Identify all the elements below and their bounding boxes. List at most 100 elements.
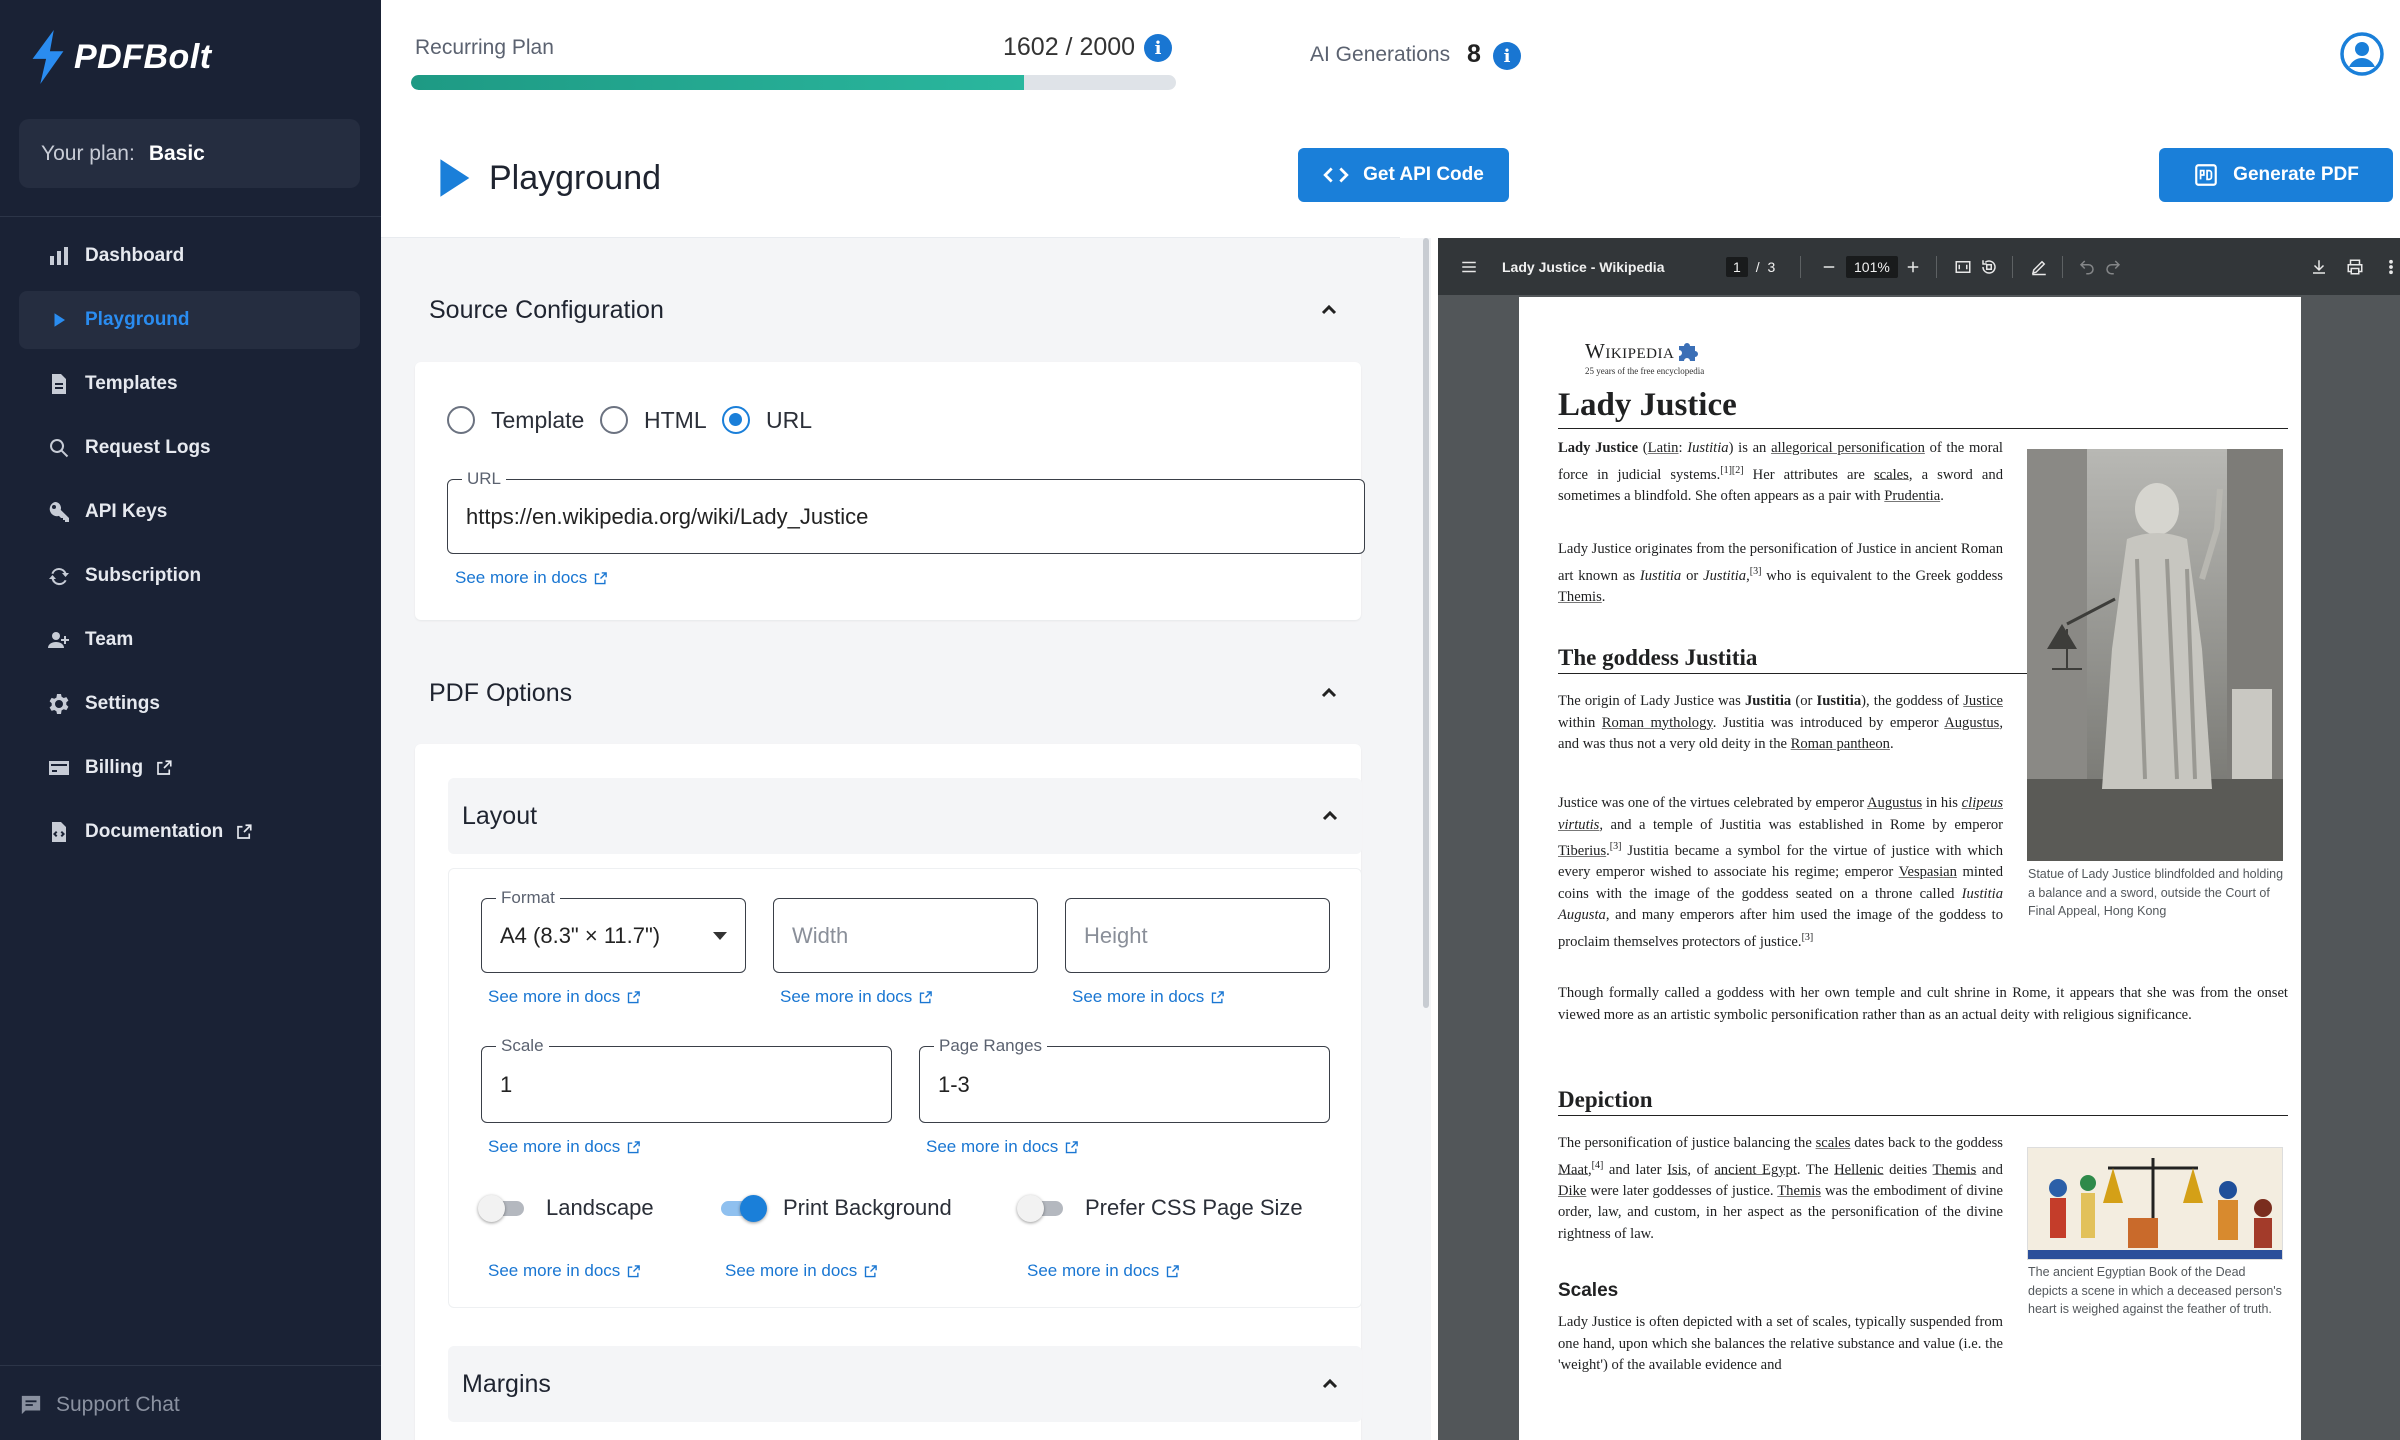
chevron-up-icon[interactable]	[1317, 681, 1341, 705]
docs-link[interactable]: See more in docs	[1072, 987, 1225, 1007]
margins-title: Margins	[462, 1370, 551, 1398]
search-icon	[47, 436, 71, 460]
docs-link[interactable]: See more in docs	[926, 1137, 1079, 1157]
sidebar-item-team[interactable]: Team	[19, 611, 360, 669]
margins-header[interactable]: Margins	[448, 1346, 1362, 1422]
url-field-value[interactable]: https://en.wikipedia.org/wiki/Lady_Justi…	[466, 504, 868, 530]
print-background-toggle[interactable]: Print Background	[715, 1191, 952, 1225]
docs-link[interactable]: See more in docs	[1027, 1261, 1180, 1281]
article-paragraph: The personification of justice balancing…	[1558, 1135, 2003, 1242]
sidebar-item-settings[interactable]: Settings	[19, 675, 360, 733]
bar-chart-icon	[47, 244, 71, 268]
external-link-icon	[628, 1264, 641, 1277]
dropdown-caret-icon	[713, 931, 727, 940]
radio-label: Template	[491, 406, 585, 433]
sidebar-item-subscription[interactable]: Subscription	[19, 547, 360, 605]
page-indicator[interactable]: 1 / 3	[1726, 238, 1775, 295]
sidebar-item-api-keys[interactable]: API Keys	[19, 483, 360, 541]
docs-link[interactable]: See more in docs	[488, 987, 641, 1007]
generate-pdf-label: Generate PDF	[2233, 164, 2359, 185]
page-ranges-value: 1-3	[938, 1071, 970, 1097]
external-link-icon	[920, 990, 933, 1003]
prefer-css-label: Prefer CSS Page Size	[1085, 1195, 1303, 1220]
docs-link[interactable]: See more in docs	[488, 1261, 641, 1281]
toggle-switch-on[interactable]	[715, 1191, 767, 1225]
width-input[interactable]: Width	[773, 898, 1038, 973]
sidebar-item-templates[interactable]: Templates	[19, 355, 360, 413]
sidebar-divider	[0, 216, 381, 217]
radio-template[interactable]: Template	[447, 406, 584, 434]
pdf-document-title: Lady Justice - Wikipedia	[1502, 258, 1665, 275]
undo-icon[interactable]	[2078, 238, 2096, 295]
download-icon[interactable]	[2310, 238, 2328, 295]
scale-input[interactable]: Scale 1	[481, 1036, 892, 1123]
chevron-up-icon[interactable]	[1318, 1372, 1342, 1396]
radio-button-selected[interactable]	[722, 406, 750, 434]
page-ranges-input[interactable]: Page Ranges 1-3	[919, 1036, 1330, 1123]
sidebar-item-label: Settings	[85, 693, 160, 714]
url-field-label: URL	[462, 469, 507, 489]
sidebar-item-label: Billing	[85, 757, 144, 778]
source-configuration-header[interactable]: Source Configuration	[415, 272, 1361, 348]
height-placeholder: Height	[1084, 922, 1148, 948]
print-icon[interactable]	[2346, 238, 2364, 295]
docs-link[interactable]: See more in docs	[725, 1261, 878, 1281]
pdf-options-header[interactable]: PDF Options	[415, 655, 1361, 731]
menu-icon[interactable]	[1460, 238, 1478, 295]
chevron-up-icon[interactable]	[1317, 298, 1341, 322]
landscape-toggle[interactable]: Landscape	[478, 1191, 654, 1225]
sidebar-item-request-logs[interactable]: Request Logs	[19, 419, 360, 477]
zoom-out-icon[interactable]	[1820, 238, 1838, 295]
scrollbar[interactable]	[1423, 238, 1429, 1008]
page-header: Playground	[381, 115, 1400, 238]
radio-html[interactable]: HTML	[600, 406, 707, 434]
app-logo[interactable]: PDFBolt	[28, 30, 212, 84]
sidebar-item-playground[interactable]: Playground	[19, 291, 360, 349]
puzzle-icon	[1679, 342, 1699, 361]
external-link-icon	[1167, 1264, 1180, 1277]
sidebar-item-billing[interactable]: Billing	[19, 739, 360, 797]
sidebar-item-dashboard[interactable]: Dashboard	[19, 227, 360, 285]
docs-link[interactable]: See more in docs	[455, 568, 608, 588]
docs-link-text: See more in docs	[1072, 987, 1205, 1006]
get-api-code-button[interactable]: Get API Code	[1298, 148, 1509, 202]
zoom-level[interactable]: 101%	[1846, 238, 1898, 295]
annotate-icon[interactable]	[2030, 238, 2048, 295]
height-input[interactable]: Height	[1065, 898, 1330, 973]
sidebar-item-documentation[interactable]: Documentation	[19, 803, 360, 861]
chat-icon	[21, 1395, 41, 1415]
info-icon[interactable]: i	[1144, 34, 1172, 62]
redo-icon[interactable]	[2104, 238, 2122, 295]
url-field[interactable]: URL https://en.wikipedia.org/wiki/Lady_J…	[447, 469, 1365, 554]
docs-link-text: See more in docs	[488, 987, 621, 1006]
docs-link[interactable]: See more in docs	[488, 1137, 641, 1157]
current-page-input[interactable]: 1	[1726, 256, 1748, 277]
wikipedia-tagline: 25 years of the free encyclopedia	[1585, 366, 1705, 376]
book-of-the-dead-image	[2027, 1147, 2283, 1260]
radio-url[interactable]: URL	[722, 406, 812, 434]
external-link-icon	[595, 571, 608, 584]
more-options-icon[interactable]	[2382, 238, 2400, 295]
user-avatar-icon[interactable]	[2340, 32, 2384, 76]
prefer-css-page-size-toggle[interactable]: Prefer CSS Page Size	[1017, 1191, 1303, 1225]
format-select[interactable]: Format A4 (8.3" × 11.7")	[481, 888, 746, 973]
print-background-label: Print Background	[783, 1195, 952, 1220]
toggle-switch[interactable]	[478, 1191, 530, 1225]
fit-page-icon[interactable]	[1954, 238, 1972, 295]
zoom-in-icon[interactable]	[1904, 238, 1922, 295]
generate-pdf-button[interactable]: Generate PDF	[2159, 148, 2393, 202]
landscape-label: Landscape	[546, 1195, 654, 1220]
docs-link[interactable]: See more in docs	[780, 987, 933, 1007]
format-value: A4 (8.3" × 11.7")	[500, 922, 661, 948]
wikipedia-wordmark: Wikipedia	[1585, 339, 1675, 363]
chevron-up-icon[interactable]	[1318, 804, 1342, 828]
radio-button[interactable]	[447, 406, 475, 434]
toggle-switch[interactable]	[1017, 1191, 1069, 1225]
info-icon[interactable]: i	[1493, 42, 1521, 70]
layout-header[interactable]: Layout	[448, 778, 1362, 854]
zoom-value[interactable]: 101%	[1846, 255, 1898, 278]
support-chat-button[interactable]: Support Chat	[20, 1393, 180, 1417]
support-chat-label: Support Chat	[56, 1393, 180, 1416]
radio-button[interactable]	[600, 406, 628, 434]
rotate-icon[interactable]	[1980, 238, 1998, 295]
